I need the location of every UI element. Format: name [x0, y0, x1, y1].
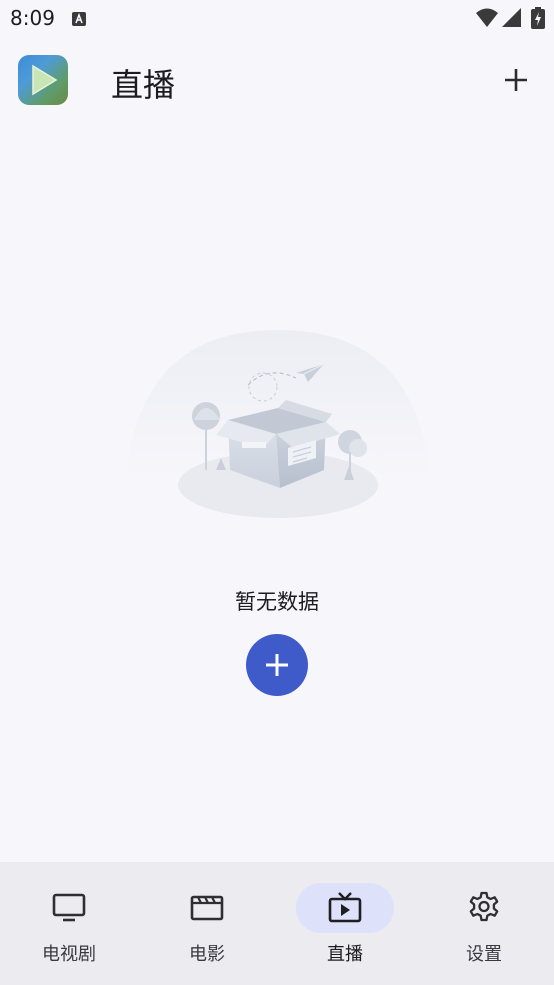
empty-state-illustration: [118, 330, 438, 530]
add-button[interactable]: [498, 62, 534, 98]
bottom-navigation: 电视剧 电影 直播 设置: [0, 862, 554, 985]
plus-icon: [505, 69, 527, 91]
gear-icon: [469, 891, 499, 922]
nav-label: 直播: [327, 944, 363, 965]
battery-icon: [531, 7, 545, 33]
app-logo: [18, 55, 68, 105]
wifi-icon: [476, 8, 498, 32]
nav-label: 设置: [466, 944, 502, 965]
nav-item-movies[interactable]: 电影: [138, 862, 276, 985]
nav-indicator: [158, 883, 256, 933]
nav-indicator-active: [296, 883, 394, 933]
status-bar: 8:09: [0, 0, 554, 40]
nav-indicator: [435, 883, 533, 933]
nav-label: 电影: [189, 944, 225, 965]
live-tv-icon: [328, 892, 362, 923]
nav-indicator: [20, 883, 118, 933]
signal-icon: [502, 8, 522, 32]
status-time: 8:09: [10, 6, 55, 30]
clapperboard-icon: [190, 895, 224, 921]
nav-label: 电视剧: [42, 944, 96, 965]
nav-item-tv-series[interactable]: 电视剧: [0, 862, 138, 985]
notification-app-icon: [72, 11, 86, 26]
tv-icon: [52, 893, 86, 922]
add-channel-button[interactable]: [246, 634, 308, 696]
nav-item-settings[interactable]: 设置: [415, 862, 553, 985]
nav-item-live[interactable]: 直播: [276, 862, 414, 985]
plus-icon: [266, 654, 288, 676]
empty-state-message: 暂无数据: [235, 590, 319, 614]
top-app-bar: 直播: [0, 48, 554, 120]
page-title: 直播: [111, 66, 176, 104]
